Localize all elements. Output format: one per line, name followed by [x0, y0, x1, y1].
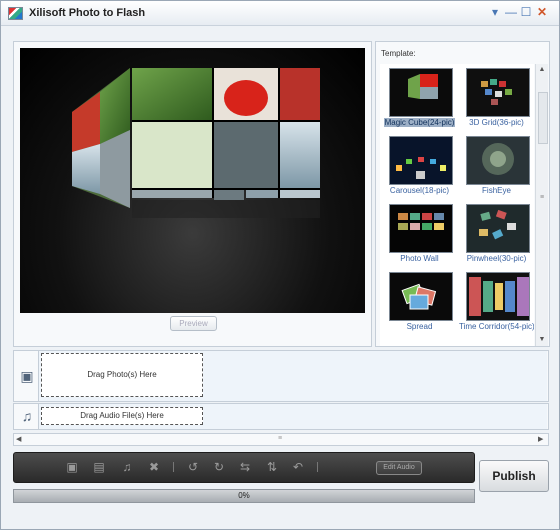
template-thumbnail [389, 204, 453, 253]
template-item-photo-wall[interactable]: Photo Wall [382, 200, 457, 266]
audio-drop-zone[interactable]: Drag Audio File(s) Here [41, 407, 203, 425]
toolbar-separator [317, 462, 318, 472]
template-label-text: 3D Grid(36-pic) [469, 118, 524, 127]
app-logo-icon [8, 7, 23, 20]
template-thumbnail [389, 68, 453, 117]
timeline-scrollbar[interactable]: ◀ ≡ ▶ [13, 433, 549, 446]
scroll-right-icon[interactable]: ▶ [538, 435, 543, 443]
add-photo-folder-icon[interactable]: ▤ [92, 460, 106, 474]
template-item-3d-grid[interactable]: 3D Grid(36-pic) [459, 64, 534, 130]
audio-track: ♫ Drag Audio File(s) Here [13, 403, 549, 430]
rotate-right-icon[interactable]: ↻ [212, 460, 226, 474]
photo-track-icon: ▣ [20, 368, 34, 384]
template-item-spread[interactable]: Spread [382, 268, 457, 334]
magic-cube-preview-image [72, 68, 320, 218]
template-item-magic-cube[interactable]: Magic Cube(24-pic) [382, 64, 457, 130]
publish-button[interactable]: Publish [479, 460, 549, 492]
maximize-icon[interactable]: ☐ [519, 5, 533, 19]
scroll-grip-icon: ≡ [539, 194, 545, 201]
template-thumbnail [389, 136, 453, 185]
template-label-text: FishEye [482, 186, 511, 195]
preview-button[interactable]: Preview [170, 316, 217, 331]
template-item-pinwheel[interactable]: Pinwheel(30-pic) [459, 200, 534, 266]
scroll-thumb[interactable] [538, 92, 548, 144]
close-icon[interactable]: ✕ [535, 5, 549, 19]
template-scrollbar[interactable]: ▲ ≡ ▼ [535, 64, 548, 346]
template-item-carousel[interactable]: Carousel(18-pic) [382, 132, 457, 198]
flip-horizontal-icon[interactable]: ⇆ [238, 460, 252, 474]
template-grid: Magic Cube(24-pic) 3D Grid(36-pic) Carou… [380, 64, 534, 346]
template-label: Template: [381, 49, 416, 58]
template-label-text: Pinwheel(30-pic) [466, 254, 527, 263]
template-label-text: Time Corridor(54-pic) [459, 322, 534, 331]
delete-icon[interactable]: ✖ [147, 460, 161, 474]
undo-icon[interactable]: ↶ [291, 460, 305, 474]
photo-drop-zone[interactable]: Drag Photo(s) Here [41, 353, 203, 397]
edit-audio-button[interactable]: Edit Audio [376, 461, 422, 475]
template-panel: Template: Magic Cube(24-pic) 3D Grid(36-… [375, 41, 550, 347]
edit-toolbar: ▣ ▤ ♫ ✖ ↺ ↻ ⇆ ⇅ ↶ Edit Audio [13, 452, 475, 483]
flip-vertical-icon[interactable]: ⇅ [265, 460, 279, 474]
photo-track: ▣ Drag Photo(s) Here [13, 350, 549, 402]
audio-track-icon: ♫ [21, 408, 33, 424]
app-window: Xilisoft Photo to Flash ▾ — ☐ ✕ Preview … [0, 0, 560, 530]
add-photo-icon[interactable]: ▣ [65, 460, 79, 474]
template-label-text: Magic Cube(24-pic) [384, 118, 455, 127]
template-label-text: Spread [406, 322, 433, 331]
scroll-up-icon[interactable]: ▲ [538, 66, 546, 73]
template-thumbnail [466, 272, 530, 321]
progress-text: 0% [238, 491, 250, 500]
dropdown-menu-icon[interactable]: ▾ [488, 5, 502, 19]
add-audio-icon[interactable]: ♫ [120, 460, 134, 474]
photo-track-lane[interactable]: Drag Photo(s) Here [38, 351, 547, 401]
scroll-left-icon[interactable]: ◀ [16, 435, 21, 443]
toolbar-separator [173, 462, 174, 472]
audio-track-lane[interactable]: Drag Audio File(s) Here [38, 404, 547, 429]
scroll-grip-icon: ≡ [278, 435, 283, 442]
template-thumbnail [466, 136, 530, 185]
template-label-text: Carousel(18-pic) [389, 186, 450, 195]
template-thumbnail [466, 204, 530, 253]
template-label-text: Photo Wall [400, 254, 439, 263]
rotate-left-icon[interactable]: ↺ [186, 460, 200, 474]
title-bar: Xilisoft Photo to Flash ▾ — ☐ ✕ [1, 1, 559, 26]
window-title: Xilisoft Photo to Flash [29, 7, 146, 19]
template-thumbnail [466, 68, 530, 117]
scroll-down-icon[interactable]: ▼ [538, 336, 546, 343]
preview-panel: Preview [13, 41, 372, 347]
preview-stage [20, 48, 365, 313]
template-item-time-corridor[interactable]: Time Corridor(54-pic) [459, 268, 534, 334]
template-item-fisheye[interactable]: FishEye [459, 132, 534, 198]
progress-bar: 0% [13, 489, 475, 503]
minimize-icon[interactable]: — [504, 5, 518, 19]
template-thumbnail [389, 272, 453, 321]
